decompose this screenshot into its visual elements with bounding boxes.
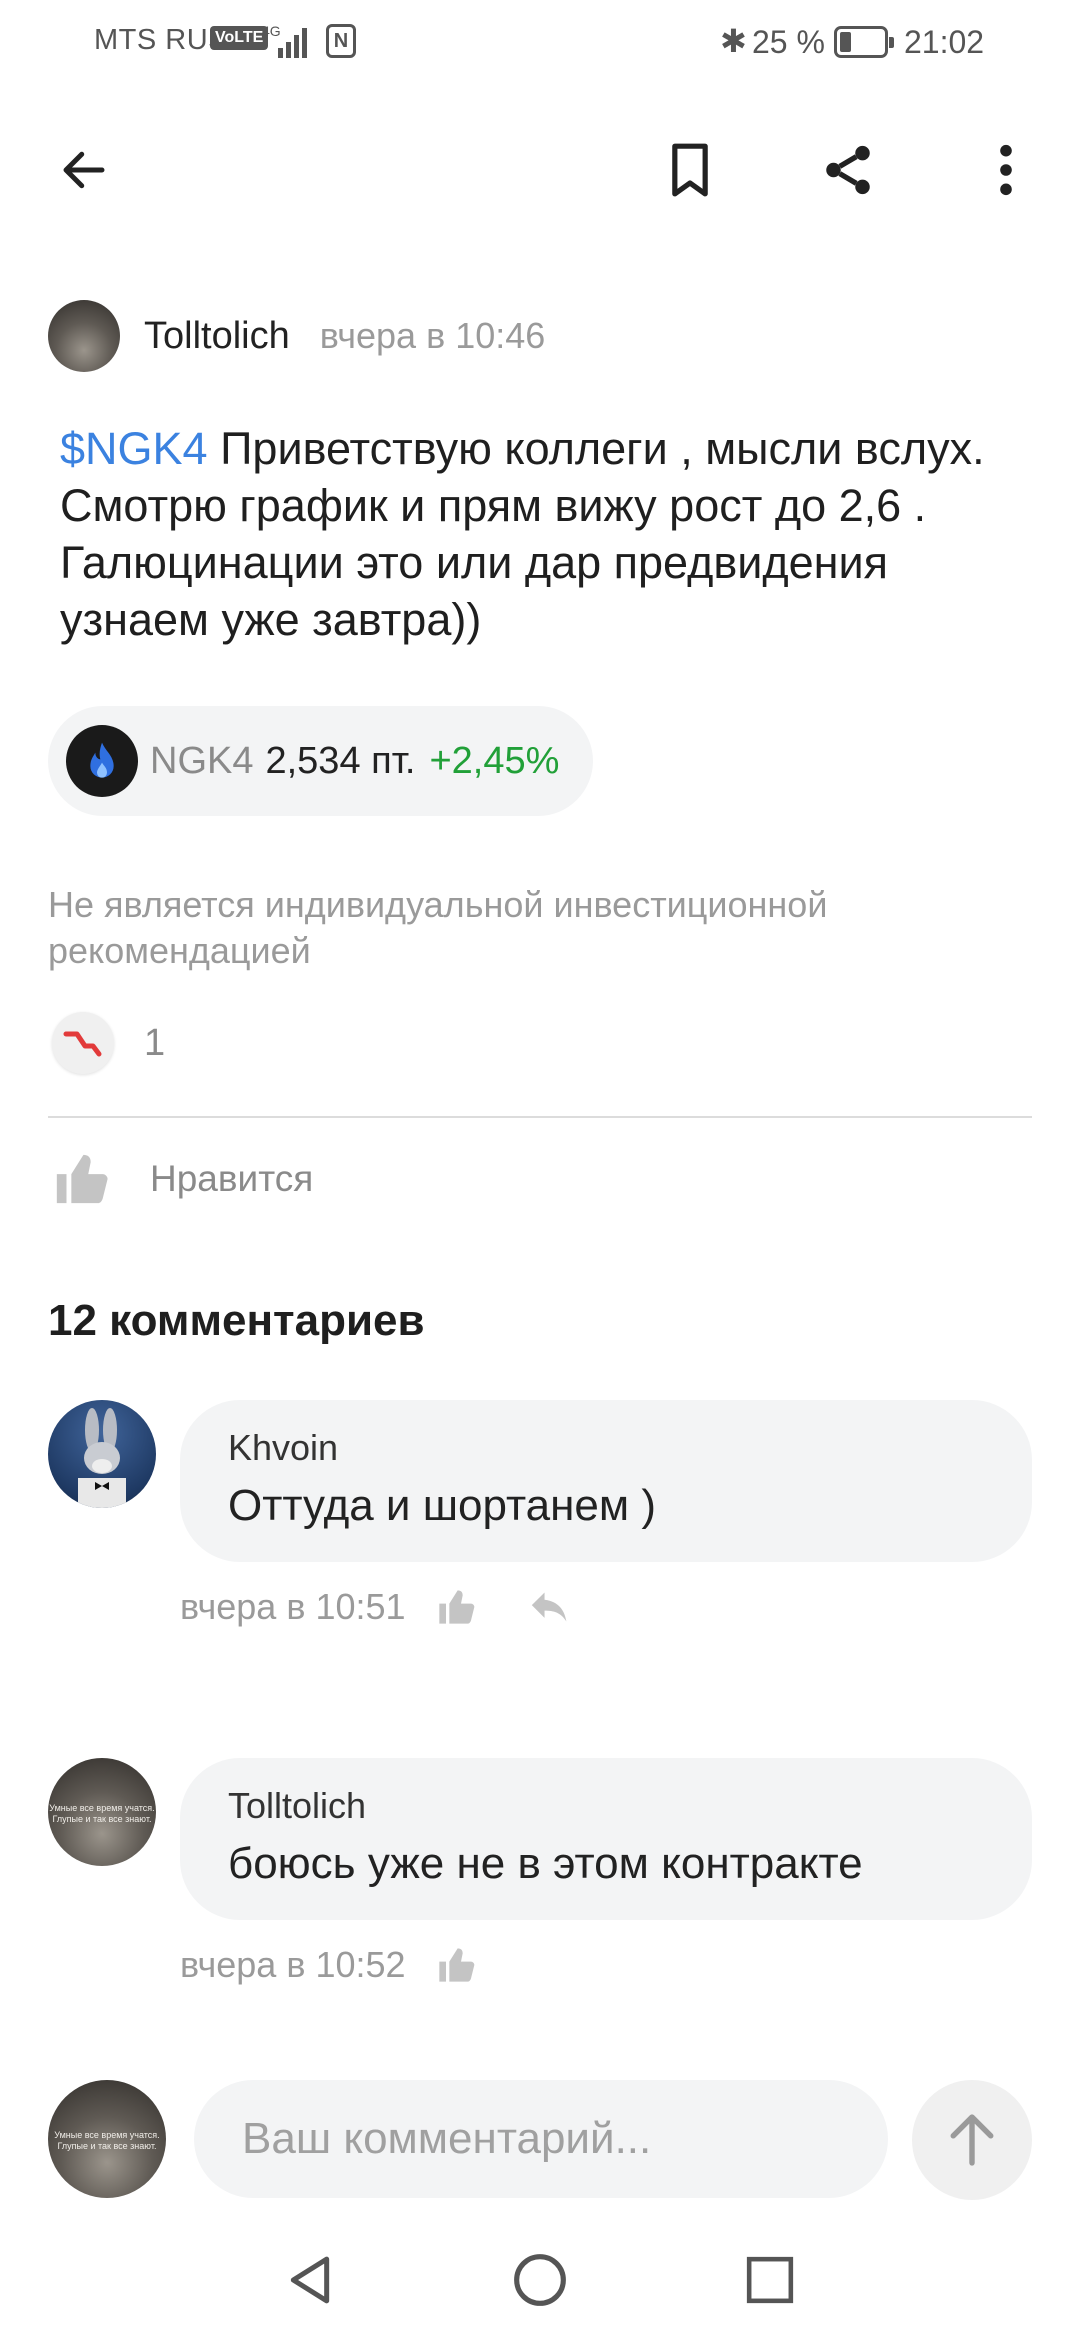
chip-change: +2,45%: [429, 739, 560, 782]
send-button[interactable]: [912, 2080, 1032, 2200]
triangle-back-icon: [290, 2256, 330, 2304]
comment-item: Khvoin Оттуда и шортанем ) вчера в 10:51: [48, 1400, 1032, 1650]
arrow-up-icon: [950, 2114, 994, 2166]
comment-input[interactable]: [194, 2080, 888, 2198]
post-body: $NGK4 Приветствую коллеги , мысли вслух.…: [60, 420, 1030, 648]
arrow-left-icon: [63, 151, 105, 189]
nfc-icon: N: [326, 24, 356, 58]
battery-percent: 25 %: [752, 24, 825, 60]
post-author[interactable]: Tolltolich: [144, 315, 290, 358]
my-avatar[interactable]: Умные все время учатся. Глупые и так все…: [48, 2080, 166, 2198]
author-avatar[interactable]: [48, 300, 120, 372]
disclaimer: Не является индивидуальной инвестиционно…: [48, 884, 828, 971]
system-nav-bar: [0, 2220, 1080, 2340]
network-type: 4G: [262, 23, 281, 39]
reaction-count: 1: [144, 1021, 166, 1064]
share-icon: [826, 145, 870, 195]
trend-down-reaction-icon: [52, 1012, 114, 1074]
back-button[interactable]: [34, 120, 134, 220]
nav-back-button[interactable]: [270, 2240, 350, 2320]
comment-author[interactable]: Tolltolich: [228, 1784, 984, 1828]
battery-fill: [840, 32, 851, 52]
circle-home-icon: [514, 2254, 566, 2306]
signal-icon: 4G: [262, 23, 307, 58]
ticker-chip[interactable]: NGK4 2,534 пт. +2,45%: [48, 706, 594, 816]
bookmark-button[interactable]: [640, 120, 740, 220]
volte-badge: VoLTE: [210, 26, 269, 50]
battery-icon: [834, 26, 894, 58]
carrier-name: MTS RUS: [94, 24, 228, 56]
comment-text: боюсь уже не в этом контракте: [228, 1839, 863, 1888]
bookmark-icon: [672, 143, 708, 197]
comment-author[interactable]: Khvoin: [228, 1426, 984, 1470]
status-bar: MTS RUS VoLTE 4G N ✱ 25 % 21:02: [0, 0, 1080, 86]
comment-text: Оттуда и шортанем ): [228, 1481, 657, 1530]
thumbs-up-icon: [56, 1154, 108, 1204]
like-label: Нравится: [150, 1158, 314, 1199]
comment-bubble[interactable]: Khvoin Оттуда и шортанем ): [180, 1400, 1032, 1562]
clock: 21:02: [904, 24, 985, 60]
nav-recents-button[interactable]: [730, 2240, 810, 2320]
chip-symbol: NGK4: [150, 739, 254, 782]
ticker-link[interactable]: $NGK4: [60, 423, 208, 474]
divider: [48, 1116, 1032, 1118]
reaction-summary[interactable]: 1: [52, 1012, 165, 1074]
thumbs-up-icon[interactable]: [436, 1587, 476, 1627]
thumbs-up-icon[interactable]: [436, 1945, 476, 1985]
reply-icon[interactable]: [528, 1587, 572, 1627]
more-vertical-icon: [1000, 144, 1012, 196]
commenter-avatar[interactable]: [48, 1400, 156, 1508]
gas-flame-icon: [66, 725, 138, 797]
like-button[interactable]: Нравится: [52, 1150, 313, 1208]
nav-home-button[interactable]: [500, 2240, 580, 2320]
commenter-avatar[interactable]: Умные все время учатся. Глупые и так все…: [48, 1758, 156, 1866]
bluetooth-icon: ✱: [720, 23, 747, 59]
top-toolbar: [0, 120, 1080, 220]
avatar-caption: Умные все время учатся. Глупые и так все…: [54, 2129, 160, 2151]
avatar-caption: Умные все время учатся. Глупые и так все…: [49, 1803, 155, 1825]
post-time: вчера в 10:46: [319, 315, 546, 356]
comment-meta: вчера в 10:52: [180, 1944, 476, 1986]
share-button[interactable]: [798, 120, 898, 220]
comments-title: 12 комментариев: [48, 1296, 425, 1345]
comment-meta: вчера в 10:51: [180, 1586, 572, 1628]
comment-time: вчера в 10:51: [180, 1586, 406, 1627]
comment-composer: Умные все время учатся. Глупые и так все…: [48, 2078, 1032, 2200]
more-options-button[interactable]: [956, 120, 1056, 220]
post-header: Tolltolich вчера в 10:46: [48, 300, 545, 372]
comment-bubble[interactable]: Tolltolich боюсь уже не в этом контракте: [180, 1758, 1032, 1920]
square-recents-icon: [746, 2256, 794, 2304]
chip-price: 2,534 пт.: [265, 739, 416, 782]
comment-item: Умные все время учатся. Глупые и так все…: [48, 1758, 1032, 2008]
comment-time: вчера в 10:52: [180, 1944, 406, 1985]
